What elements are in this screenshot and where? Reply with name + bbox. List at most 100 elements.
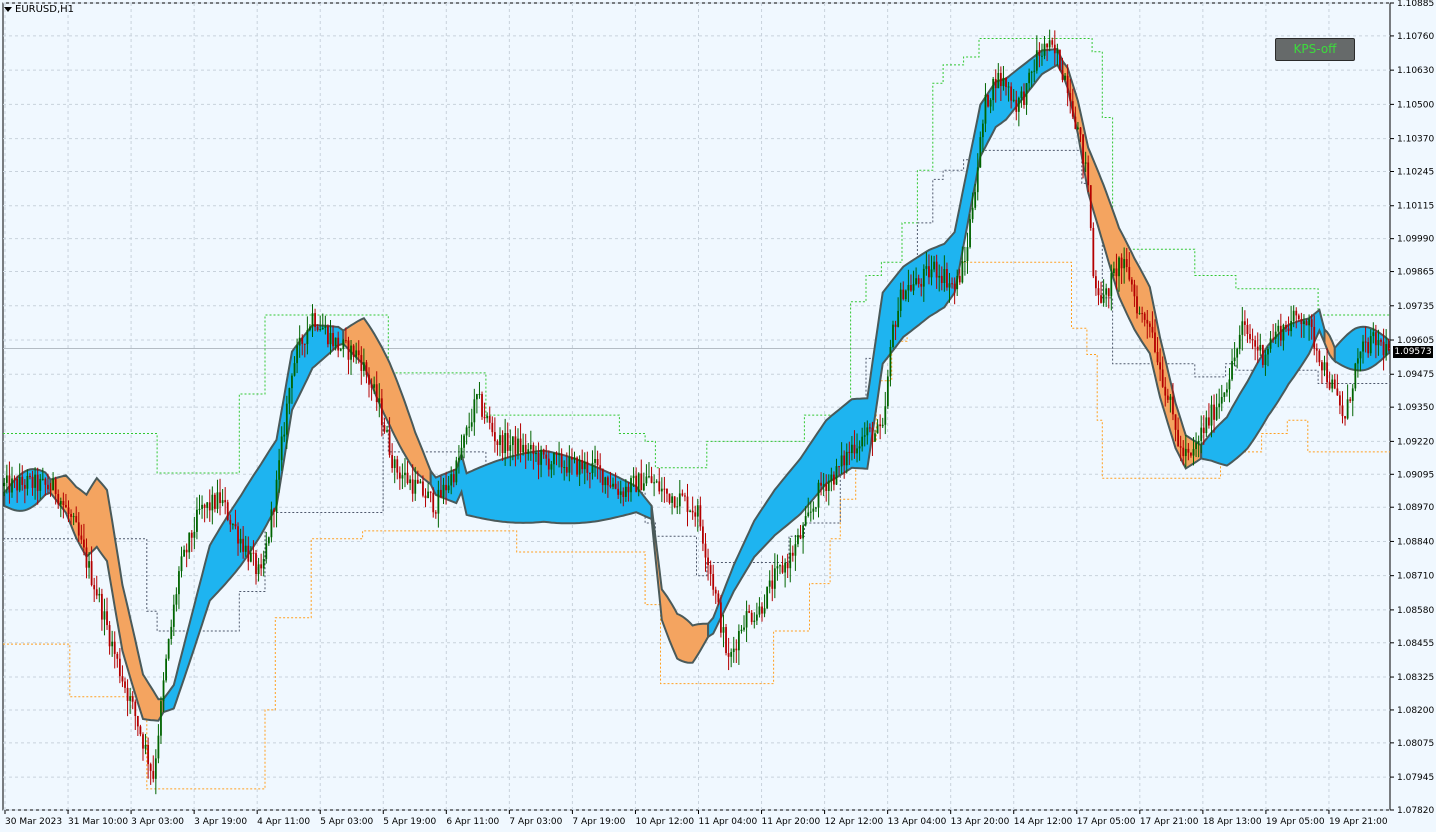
candle-body-bear (203, 504, 206, 508)
candle-body-bull (861, 436, 864, 447)
candle-body-bear (242, 538, 245, 552)
candle-body-bear (1297, 315, 1300, 320)
chart-area[interactable]: 1.10885 1.10760 1.10630 1.10500 1.10370 1.102… (0, 0, 1436, 832)
candle-body-bear (29, 475, 31, 477)
candle-body-bear (1387, 344, 1390, 351)
candle-body-bull (183, 549, 185, 557)
candle-body-bull (1259, 344, 1262, 351)
candle-body-bull (283, 434, 286, 437)
candle-body-bull (285, 403, 288, 435)
candle-body-bull (1020, 91, 1023, 98)
candle-body-bull (815, 507, 817, 509)
candle-body-bull (827, 480, 830, 492)
candle-body-bull (1323, 362, 1326, 371)
candle-body-bull (981, 123, 984, 138)
x-tick-label: 17 Apr 21:00 (1140, 817, 1199, 827)
candle-body-bull (696, 505, 699, 517)
kps-toggle-button[interactable]: KPS-off (1275, 38, 1355, 61)
candle-body-bull (642, 483, 645, 491)
candle-body-bear (1130, 279, 1133, 285)
x-tick-label: 7 Apr 03:00 (509, 817, 562, 827)
candle-body-bull (196, 509, 198, 532)
candle-body-bull (1043, 43, 1046, 56)
candle-body-bull (930, 269, 933, 278)
x-tick-label: 13 Apr 04:00 (888, 817, 947, 827)
candle-body-bear (627, 486, 630, 493)
candle-body-bear (1005, 77, 1007, 88)
candle-body-bull (889, 346, 892, 377)
candle-body-bear (1125, 259, 1128, 268)
candle-body-bear (124, 681, 126, 688)
candle-body-bear (606, 477, 609, 486)
candle-body-bull (830, 474, 833, 481)
candle-body-bull (1331, 379, 1334, 389)
candle-body-bear (691, 510, 694, 513)
candle-body-bear (868, 427, 871, 429)
candle-body-bull (311, 313, 314, 327)
candle-body-bull (458, 457, 460, 461)
candle-body-bull (768, 580, 771, 587)
candle-body-bear (1146, 319, 1149, 324)
candle-body-bull (404, 472, 406, 476)
candle-body-bull (755, 614, 758, 621)
candle-body-bear (1120, 257, 1123, 269)
candle-body-bear (1143, 313, 1146, 320)
candle-body-bull (1041, 55, 1043, 57)
candle-body-bull (172, 604, 175, 627)
candle-body-bear (190, 532, 193, 538)
candle-body-bull (809, 511, 812, 513)
candle-body-bull (740, 629, 743, 632)
candle-body-bull (465, 427, 468, 436)
candle-body-bull (961, 261, 964, 283)
candle-body-bull (619, 491, 622, 495)
candle-body-bull (1169, 396, 1172, 400)
candle-body-bear (596, 459, 599, 466)
candle-body-bull (1308, 319, 1310, 326)
candle-body-bull (1241, 321, 1244, 335)
x-tick-label: 6 Apr 11:00 (446, 817, 499, 827)
dropdown-triangle-icon[interactable] (4, 7, 12, 12)
candle-body-bear (1256, 346, 1259, 351)
candle-body-bear (699, 505, 702, 527)
candle-body-bull (103, 611, 106, 620)
candle-body-bull (1303, 321, 1305, 325)
candle-body-bear (360, 355, 363, 371)
candle-body-bull (350, 345, 352, 360)
symbol-header[interactable]: EURUSD,H1 (4, 4, 74, 15)
candle-body-bear (383, 425, 386, 432)
candle-body-bear (496, 441, 499, 445)
candle-body-bull (455, 460, 458, 483)
candle-body-bear (694, 512, 697, 517)
candle-body-bear (928, 266, 930, 278)
candle-body-bear (537, 452, 540, 465)
candle-body-bear (750, 612, 753, 622)
candle-body-bear (987, 94, 989, 107)
candle-body-bull (979, 137, 982, 168)
candle-body-bull (249, 552, 252, 562)
candle-body-bull (1192, 449, 1195, 456)
candle-body-bear (352, 345, 355, 357)
candle-body-bull (414, 479, 417, 494)
candle-body-bear (717, 593, 720, 603)
candle-body-bull (553, 452, 555, 465)
x-tick-label: 11 Apr 04:00 (699, 817, 758, 827)
candle-body-bull (850, 444, 853, 454)
candle-body-bull (39, 478, 42, 491)
candle-body-bear (1015, 99, 1018, 112)
candle-body-bear (1254, 340, 1257, 347)
candle-body-bull (912, 284, 915, 291)
candle-body-bear (1164, 386, 1167, 396)
candle-body-bear (316, 327, 319, 330)
candle-body-bull (997, 72, 1000, 89)
candle-body-bull (1362, 341, 1364, 352)
candle-body-bear (586, 461, 589, 473)
x-tick-label: 31 Mar 10:00 (68, 817, 128, 827)
candle-body-bear (838, 466, 840, 468)
symbol-label: EURUSD,H1 (15, 4, 75, 15)
candle-body-bear (255, 553, 257, 575)
candle-body-bull (1385, 344, 1388, 356)
chart-canvas[interactable]: 1.10885 1.10760 1.10630 1.10500 1.10370 1.102… (0, 0, 1436, 832)
candle-body-bear (95, 589, 98, 596)
candle-body-bull (267, 537, 270, 544)
candle-body-bear (1061, 70, 1064, 80)
